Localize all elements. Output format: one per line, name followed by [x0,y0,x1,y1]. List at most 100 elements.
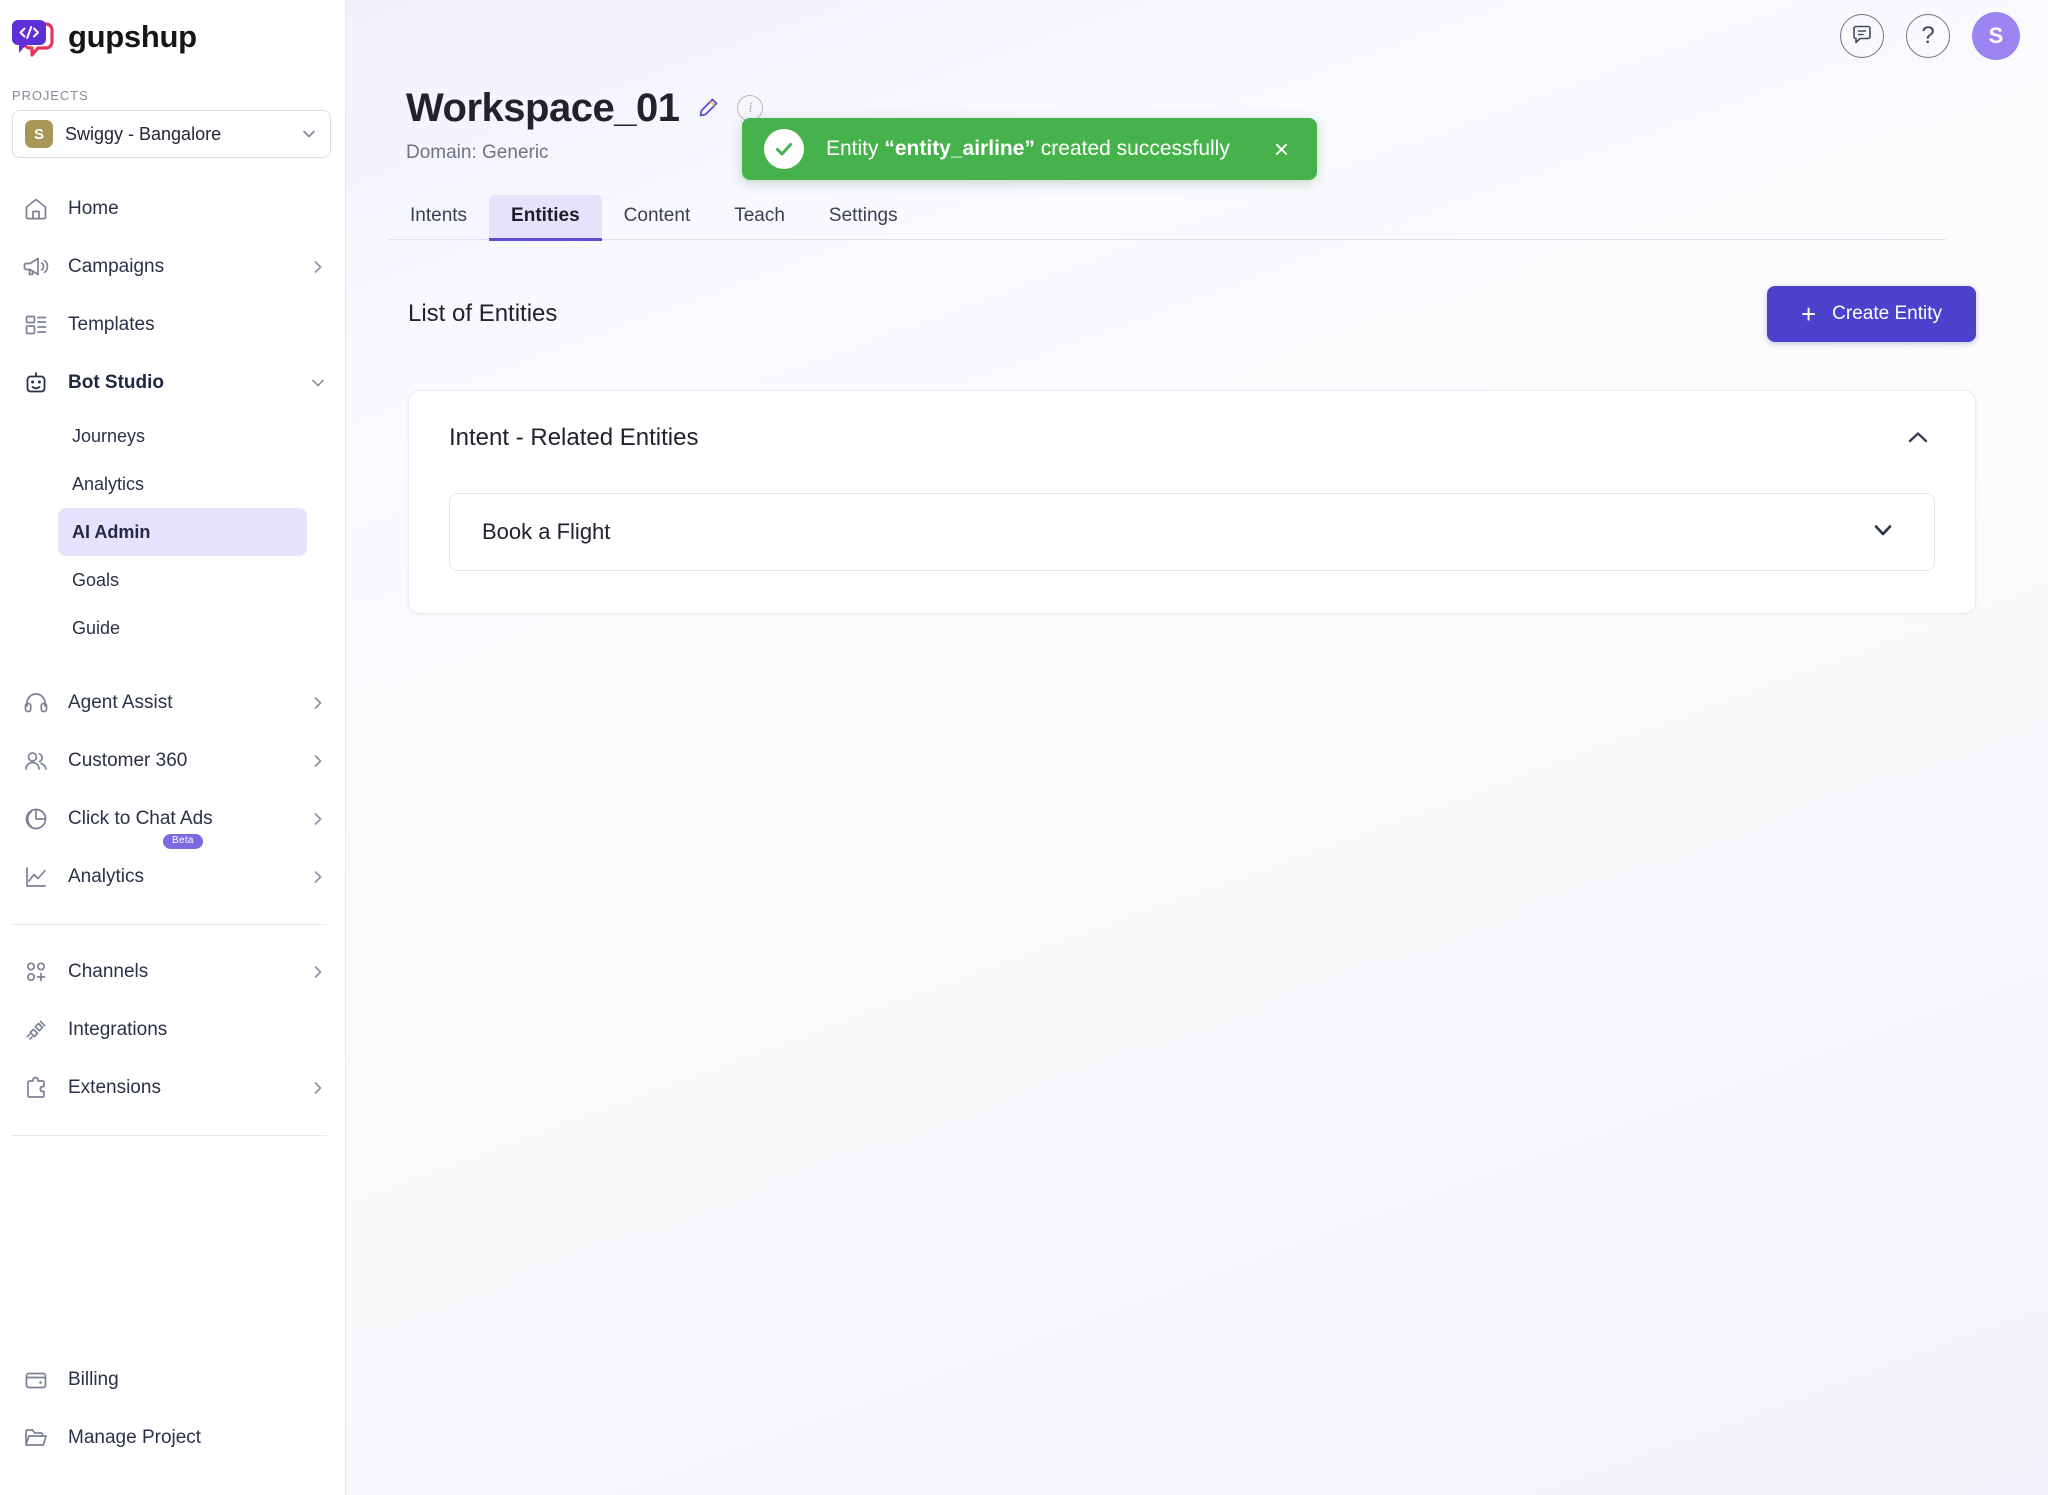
sidebar-item-label: AI Admin [72,521,151,542]
status-toast: Entity “entity_airline” created successf… [742,118,1318,180]
avatar[interactable]: S [1972,12,2020,60]
sidebar-item-click-to-chat-ads[interactable]: Click to Chat Ads Beta [0,790,345,849]
sidebar-item-ai-admin[interactable]: AI Admin [58,508,307,556]
sidebar-bottom-nav: Billing Manage Project [0,1351,345,1467]
sidebar-item-agent-assist[interactable]: Agent Assist [0,674,345,732]
wallet-icon [22,1366,50,1394]
help-button[interactable]: ? [1906,14,1950,58]
sidebar-item-label: Click to Chat Ads Beta [68,808,291,849]
sidebar: gupshup PROJECTS S Swiggy - Bangalore Ho… [0,0,346,1495]
chevron-right-icon [309,694,327,712]
sidebar-item-label: Agent Assist [68,692,173,713]
entity-intent-label: Book a Flight [482,519,611,544]
gupshup-code-bubble-logo [10,16,58,60]
sidebar-item-campaigns[interactable]: Campaigns [0,238,345,296]
tab-teach[interactable]: Teach [712,195,807,239]
panel-header: Intent - Related Entities [449,421,1935,455]
sidebar-divider-2 [12,1135,327,1136]
plus-icon: + [1800,299,1817,329]
panel-title: Intent - Related Entities [449,424,699,451]
sidebar-item-label: Billing [68,1369,119,1390]
projects-section-label: PROJECTS [12,88,89,103]
sidebar-item-billing[interactable]: Billing [0,1351,345,1409]
sidebar-item-guide[interactable]: Guide [58,604,307,652]
sidebar-item-customer-360[interactable]: Customer 360 [0,732,345,790]
project-selector[interactable]: S Swiggy - Bangalore [12,110,331,158]
tab-intents[interactable]: Intents [388,195,489,239]
sidebar-item-label: Home [68,198,119,219]
chevron-up-icon[interactable] [1901,421,1935,455]
section-header: List of Entities + Create Entity [408,286,1976,342]
sidebar-item-templates[interactable]: Templates [0,296,345,354]
sidebar-item-channels[interactable]: Channels [0,943,345,1001]
sidebar-item-label: Journeys [72,425,146,446]
line-chart-icon [22,863,50,891]
sidebar-item-bot-analytics[interactable]: Analytics [58,460,307,508]
sidebar-item-extensions[interactable]: Extensions [0,1059,345,1117]
sidebar-item-label: Goals [72,569,120,590]
bot-studio-subnav: Journeys Analytics AI Admin Goals Guide [0,412,345,652]
chat-bubble-icon [1850,22,1874,51]
sidebar-item-label: Campaigns [68,256,165,277]
sidebar-item-journeys[interactable]: Journeys [58,412,307,460]
chevron-right-icon [309,868,327,886]
chevron-right-icon [309,810,327,828]
sidebar-item-bot-studio[interactable]: Bot Studio [0,354,345,412]
sidebar-item-label: Templates [68,314,155,335]
check-circle-icon [764,129,804,169]
sidebar-item-label: Analytics [68,866,145,887]
create-entity-label: Create Entity [1832,303,1942,324]
chevron-right-icon [309,752,327,770]
close-icon[interactable]: × [1274,136,1289,162]
robot-icon [22,369,50,397]
create-entity-button[interactable]: + Create Entity [1766,286,1976,342]
main-navigation: Home Campaigns Templates Bot Studio Jour… [0,158,345,1136]
tab-entities[interactable]: Entities [489,195,602,241]
chevron-right-icon [309,963,327,981]
home-icon [22,195,50,223]
project-avatar: S [25,120,53,148]
folder-icon [22,1424,50,1452]
users-icon [22,747,50,775]
sidebar-item-label: Customer 360 [68,750,188,771]
pencil-icon[interactable] [695,95,721,121]
beta-badge: Beta [163,834,203,849]
plug-icon [22,1016,50,1044]
feedback-button[interactable] [1840,14,1884,58]
chevron-right-icon [309,1079,327,1097]
chevron-down-icon [309,374,327,392]
sidebar-item-label: Guide [72,617,121,638]
chevron-down-icon[interactable] [1868,515,1898,550]
channels-icon [22,958,50,986]
sidebar-item-label: Extensions [68,1077,161,1098]
tab-settings[interactable]: Settings [807,195,920,239]
sidebar-item-analytics[interactable]: Analytics [0,848,345,906]
sidebar-item-home[interactable]: Home [0,180,345,238]
tab-bar: Intents Entities Content Teach Settings [388,190,1946,241]
chevron-down-icon [300,125,318,143]
puzzle-icon [22,1074,50,1102]
toast-message: Entity “entity_airline” created successf… [826,137,1230,161]
toast-entity-name: “entity_airline” [884,137,1035,160]
toast-prefix: Entity [826,137,885,160]
project-name: Swiggy - Bangalore [65,123,222,144]
sidebar-item-label: Integrations [68,1019,168,1040]
sidebar-item-label: Analytics [72,473,145,494]
pie-chart-icon [22,805,50,833]
sidebar-item-label: Bot Studio [68,372,165,393]
page-title: Workspace_01 [406,86,680,130]
sidebar-item-manage-project[interactable]: Manage Project [0,1409,345,1467]
sidebar-item-integrations[interactable]: Integrations [0,1001,345,1059]
toast-suffix: created successfully [1034,137,1230,160]
section-title: List of Entities [408,300,558,327]
chevron-right-icon [309,258,327,276]
list-item[interactable]: Book a Flight [449,493,1935,571]
templates-icon [22,311,50,339]
sidebar-item-goals[interactable]: Goals [58,556,307,604]
sidebar-divider [12,924,327,925]
tab-content[interactable]: Content [602,195,713,239]
headset-icon [22,689,50,717]
app-root: gupshup PROJECTS S Swiggy - Bangalore Ho… [0,0,2048,1495]
brand-logo[interactable]: gupshup [0,0,345,62]
question-mark-icon: ? [1921,22,1935,49]
